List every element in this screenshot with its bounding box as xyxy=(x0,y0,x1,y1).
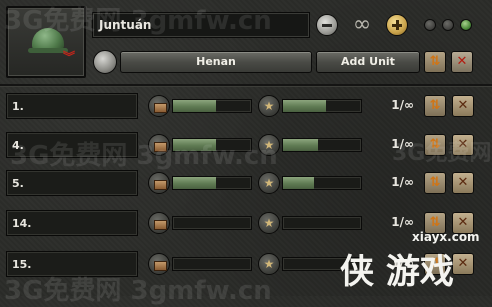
unit-slot-label[interactable]: 1. xyxy=(6,93,138,119)
unit-slot-label[interactable]: 14. xyxy=(6,210,138,236)
logo-name: 侠 游戏 xyxy=(340,252,454,292)
supply-bar-fill xyxy=(173,139,216,151)
unit-count: 1/∞ xyxy=(391,137,414,151)
rank-chevron-icon: ︾ xyxy=(62,50,75,64)
supply-bar xyxy=(172,99,252,113)
template-toggle-button[interactable] xyxy=(93,50,117,74)
unit-row: 4. ★ 1/∞ ⇅ ✕ xyxy=(4,130,492,160)
organization-bar-fill xyxy=(283,100,326,112)
division-count: ∞ xyxy=(352,12,372,37)
division-icon-box[interactable]: ︾ xyxy=(6,6,86,78)
star-icon: ★ xyxy=(258,95,280,117)
organization-bar xyxy=(282,99,362,113)
option-dot-3[interactable] xyxy=(460,19,472,31)
organization-bar-fill xyxy=(283,139,319,151)
supply-bar xyxy=(172,216,252,230)
division-name-field[interactable]: Juntuán xyxy=(92,12,310,38)
unit-count: 1/∞ xyxy=(391,175,414,189)
delete-icon[interactable]: ✕ xyxy=(452,134,474,156)
organization-bar xyxy=(282,216,362,230)
organization-bar-fill xyxy=(283,177,315,189)
add-unit-button[interactable]: Add Unit xyxy=(316,51,420,73)
unit-slot-label[interactable]: 4. xyxy=(6,132,138,158)
unit-row: 1. ★ 1/∞ ⇅ ✕ xyxy=(4,91,492,121)
star-icon: ★ xyxy=(258,134,280,156)
supply-crate-icon xyxy=(148,95,170,117)
divider xyxy=(0,84,492,87)
supply-crate-icon xyxy=(148,253,170,275)
swap-icon[interactable]: ⇅ xyxy=(424,172,446,194)
logo-url: xiayx.com xyxy=(412,230,480,244)
helmet-icon xyxy=(28,28,68,53)
option-dot-1[interactable] xyxy=(424,19,436,31)
decrease-button[interactable] xyxy=(316,14,338,36)
delete-icon[interactable]: ✕ xyxy=(451,51,473,73)
supply-crate-icon xyxy=(148,172,170,194)
delete-icon[interactable]: ✕ xyxy=(452,172,474,194)
star-icon: ★ xyxy=(258,212,280,234)
swap-icon[interactable]: ⇅ xyxy=(424,95,446,117)
increase-button[interactable] xyxy=(386,14,408,36)
option-dot-2[interactable] xyxy=(442,19,454,31)
supply-bar-fill xyxy=(173,177,216,189)
unit-slot-label[interactable]: 15. xyxy=(6,251,138,277)
supply-bar-fill xyxy=(173,100,216,112)
unit-row: 5. ★ 1/∞ ⇅ ✕ xyxy=(4,168,492,198)
supply-bar xyxy=(172,138,252,152)
organization-bar xyxy=(282,176,362,190)
supply-bar xyxy=(172,176,252,190)
swap-icon[interactable]: ⇅ xyxy=(424,134,446,156)
star-icon: ★ xyxy=(258,253,280,275)
unit-count: 1/∞ xyxy=(391,215,414,229)
organization-bar xyxy=(282,138,362,152)
star-icon: ★ xyxy=(258,172,280,194)
supply-bar xyxy=(172,257,252,271)
delete-icon[interactable]: ✕ xyxy=(452,95,474,117)
supply-crate-icon xyxy=(148,134,170,156)
unit-count: 1/∞ xyxy=(391,98,414,112)
delete-icon[interactable]: ✕ xyxy=(452,253,474,275)
supply-crate-icon xyxy=(148,212,170,234)
template-button[interactable]: Henan xyxy=(120,51,312,73)
swap-icon[interactable]: ⇅ xyxy=(424,51,446,73)
unit-slot-label[interactable]: 5. xyxy=(6,170,138,196)
